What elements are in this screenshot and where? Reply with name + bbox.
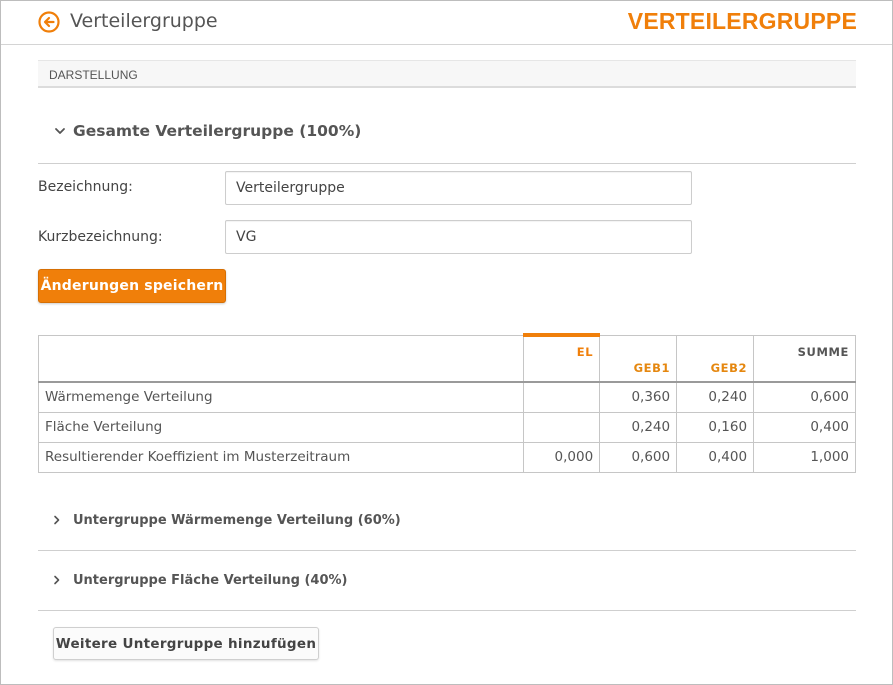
row-label: Fläche Verteilung <box>37 411 525 443</box>
column-header-geb1[interactable]: GEB1 <box>599 334 678 383</box>
cell-el <box>523 411 601 443</box>
bezeichnung-label: Bezeichnung: <box>38 179 133 195</box>
table-row: Wärmemenge Verteilung 0,360 0,240 0,600 <box>37 381 856 413</box>
chevron-right-icon <box>54 575 60 585</box>
group-accordion-header[interactable]: Gesamte Verteilergruppe (100%) <box>38 110 856 164</box>
page-title: Verteilergruppe <box>70 10 218 32</box>
row-label: Resultierender Koeffizient im Musterzeit… <box>37 441 525 473</box>
cell-el <box>523 381 601 413</box>
section-label: DARSTELLUNG <box>49 68 138 82</box>
table-header-row: EL GEB1 GEB2 SUMME <box>37 333 856 383</box>
subgroup-label: Untergruppe Fläche Verteilung (40%) <box>73 573 348 588</box>
cell-geb2: 0,400 <box>676 441 755 473</box>
column-header-el[interactable]: EL <box>523 333 601 383</box>
section-darstellung: DARSTELLUNG <box>38 60 856 88</box>
cell-summe: 1,000 <box>753 441 856 473</box>
save-changes-button[interactable]: Änderungen speichern <box>38 269 226 303</box>
bezeichnung-input[interactable] <box>225 171 692 205</box>
distribution-table: EL GEB1 GEB2 SUMME Wärmemenge Verteilung… <box>37 333 856 473</box>
kurzbezeichnung-input[interactable] <box>225 220 692 254</box>
table-row: Resultierender Koeffizient im Musterzeit… <box>37 441 856 473</box>
cell-geb1: 0,240 <box>599 411 678 443</box>
cell-geb1: 0,600 <box>599 441 678 473</box>
chevron-right-icon <box>54 515 60 525</box>
column-header-label <box>37 334 525 383</box>
cell-geb1: 0,360 <box>599 381 678 413</box>
column-header-summe: SUMME <box>753 334 856 383</box>
column-header-geb2[interactable]: GEB2 <box>676 334 755 383</box>
table-row: Fläche Verteilung 0,240 0,160 0,400 <box>37 411 856 443</box>
row-label: Wärmemenge Verteilung <box>37 381 525 413</box>
cell-summe: 0,600 <box>753 381 856 413</box>
cell-el: 0,000 <box>523 441 601 473</box>
back-arrow-icon[interactable] <box>38 11 60 33</box>
group-title: Gesamte Verteilergruppe (100%) <box>73 122 362 140</box>
cell-summe: 0,400 <box>753 411 856 443</box>
brand-title: VERTEILERGRUPPE <box>627 8 857 34</box>
page-header: Verteilergruppe VERTEILERGRUPPE <box>1 1 892 45</box>
subgroup-accordion-waermemenge[interactable]: Untergruppe Wärmemenge Verteilung (60%) <box>38 491 856 551</box>
subgroup-accordion-flaeche[interactable]: Untergruppe Fläche Verteilung (40%) <box>38 551 856 611</box>
chevron-down-icon <box>55 128 65 134</box>
cell-geb2: 0,240 <box>676 381 755 413</box>
cell-geb2: 0,160 <box>676 411 755 443</box>
add-subgroup-button[interactable]: Weitere Untergruppe hinzufügen <box>53 627 319 660</box>
subgroup-label: Untergruppe Wärmemenge Verteilung (60%) <box>73 513 401 528</box>
kurzbezeichnung-label: Kurzbezeichnung: <box>38 229 163 245</box>
